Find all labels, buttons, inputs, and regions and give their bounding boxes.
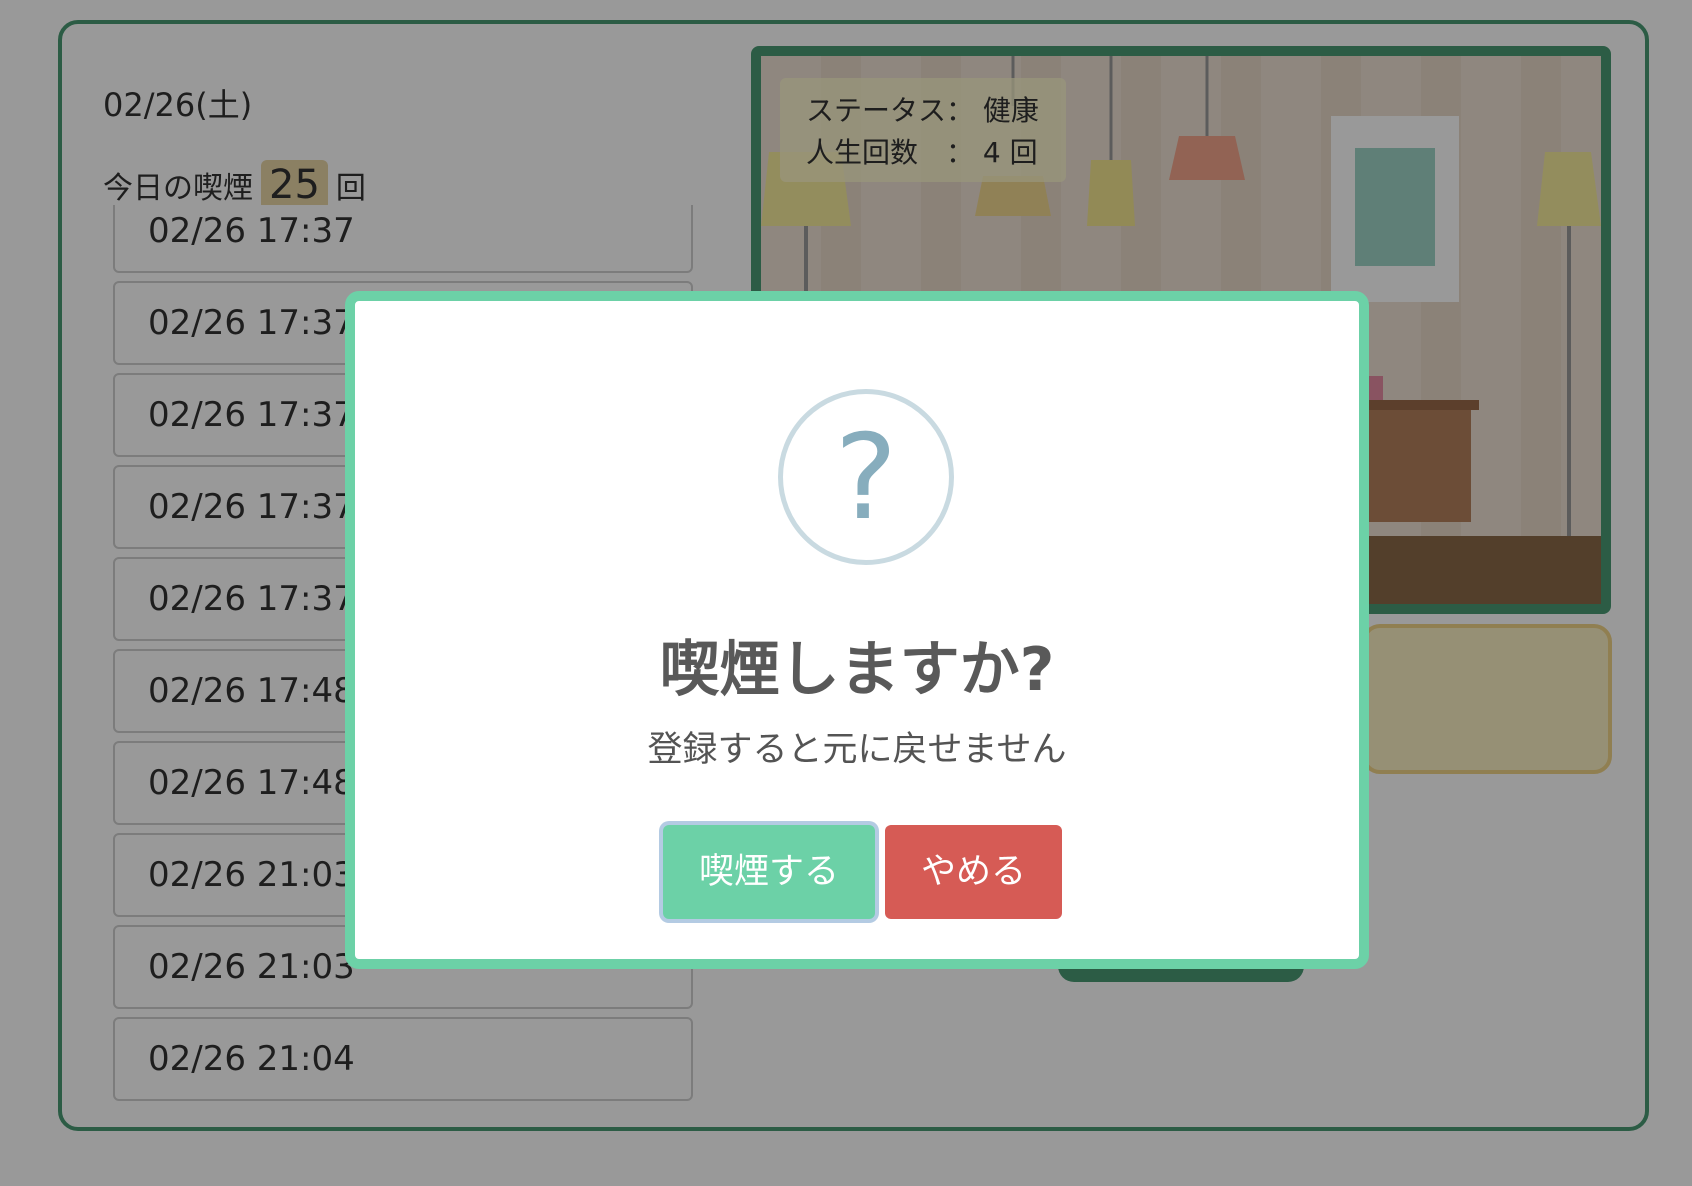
question-icon: ? (778, 389, 954, 565)
dialog-message: 登録すると元に戻せません (647, 730, 1067, 770)
confirm-dialog: ? 喫煙しますか? 登録すると元に戻せません 喫煙する やめる (345, 291, 1369, 969)
cancel-button[interactable]: やめる (885, 825, 1062, 919)
confirm-smoke-button[interactable]: 喫煙する (663, 825, 875, 919)
dialog-title: 喫煙しますか? (659, 635, 1055, 705)
